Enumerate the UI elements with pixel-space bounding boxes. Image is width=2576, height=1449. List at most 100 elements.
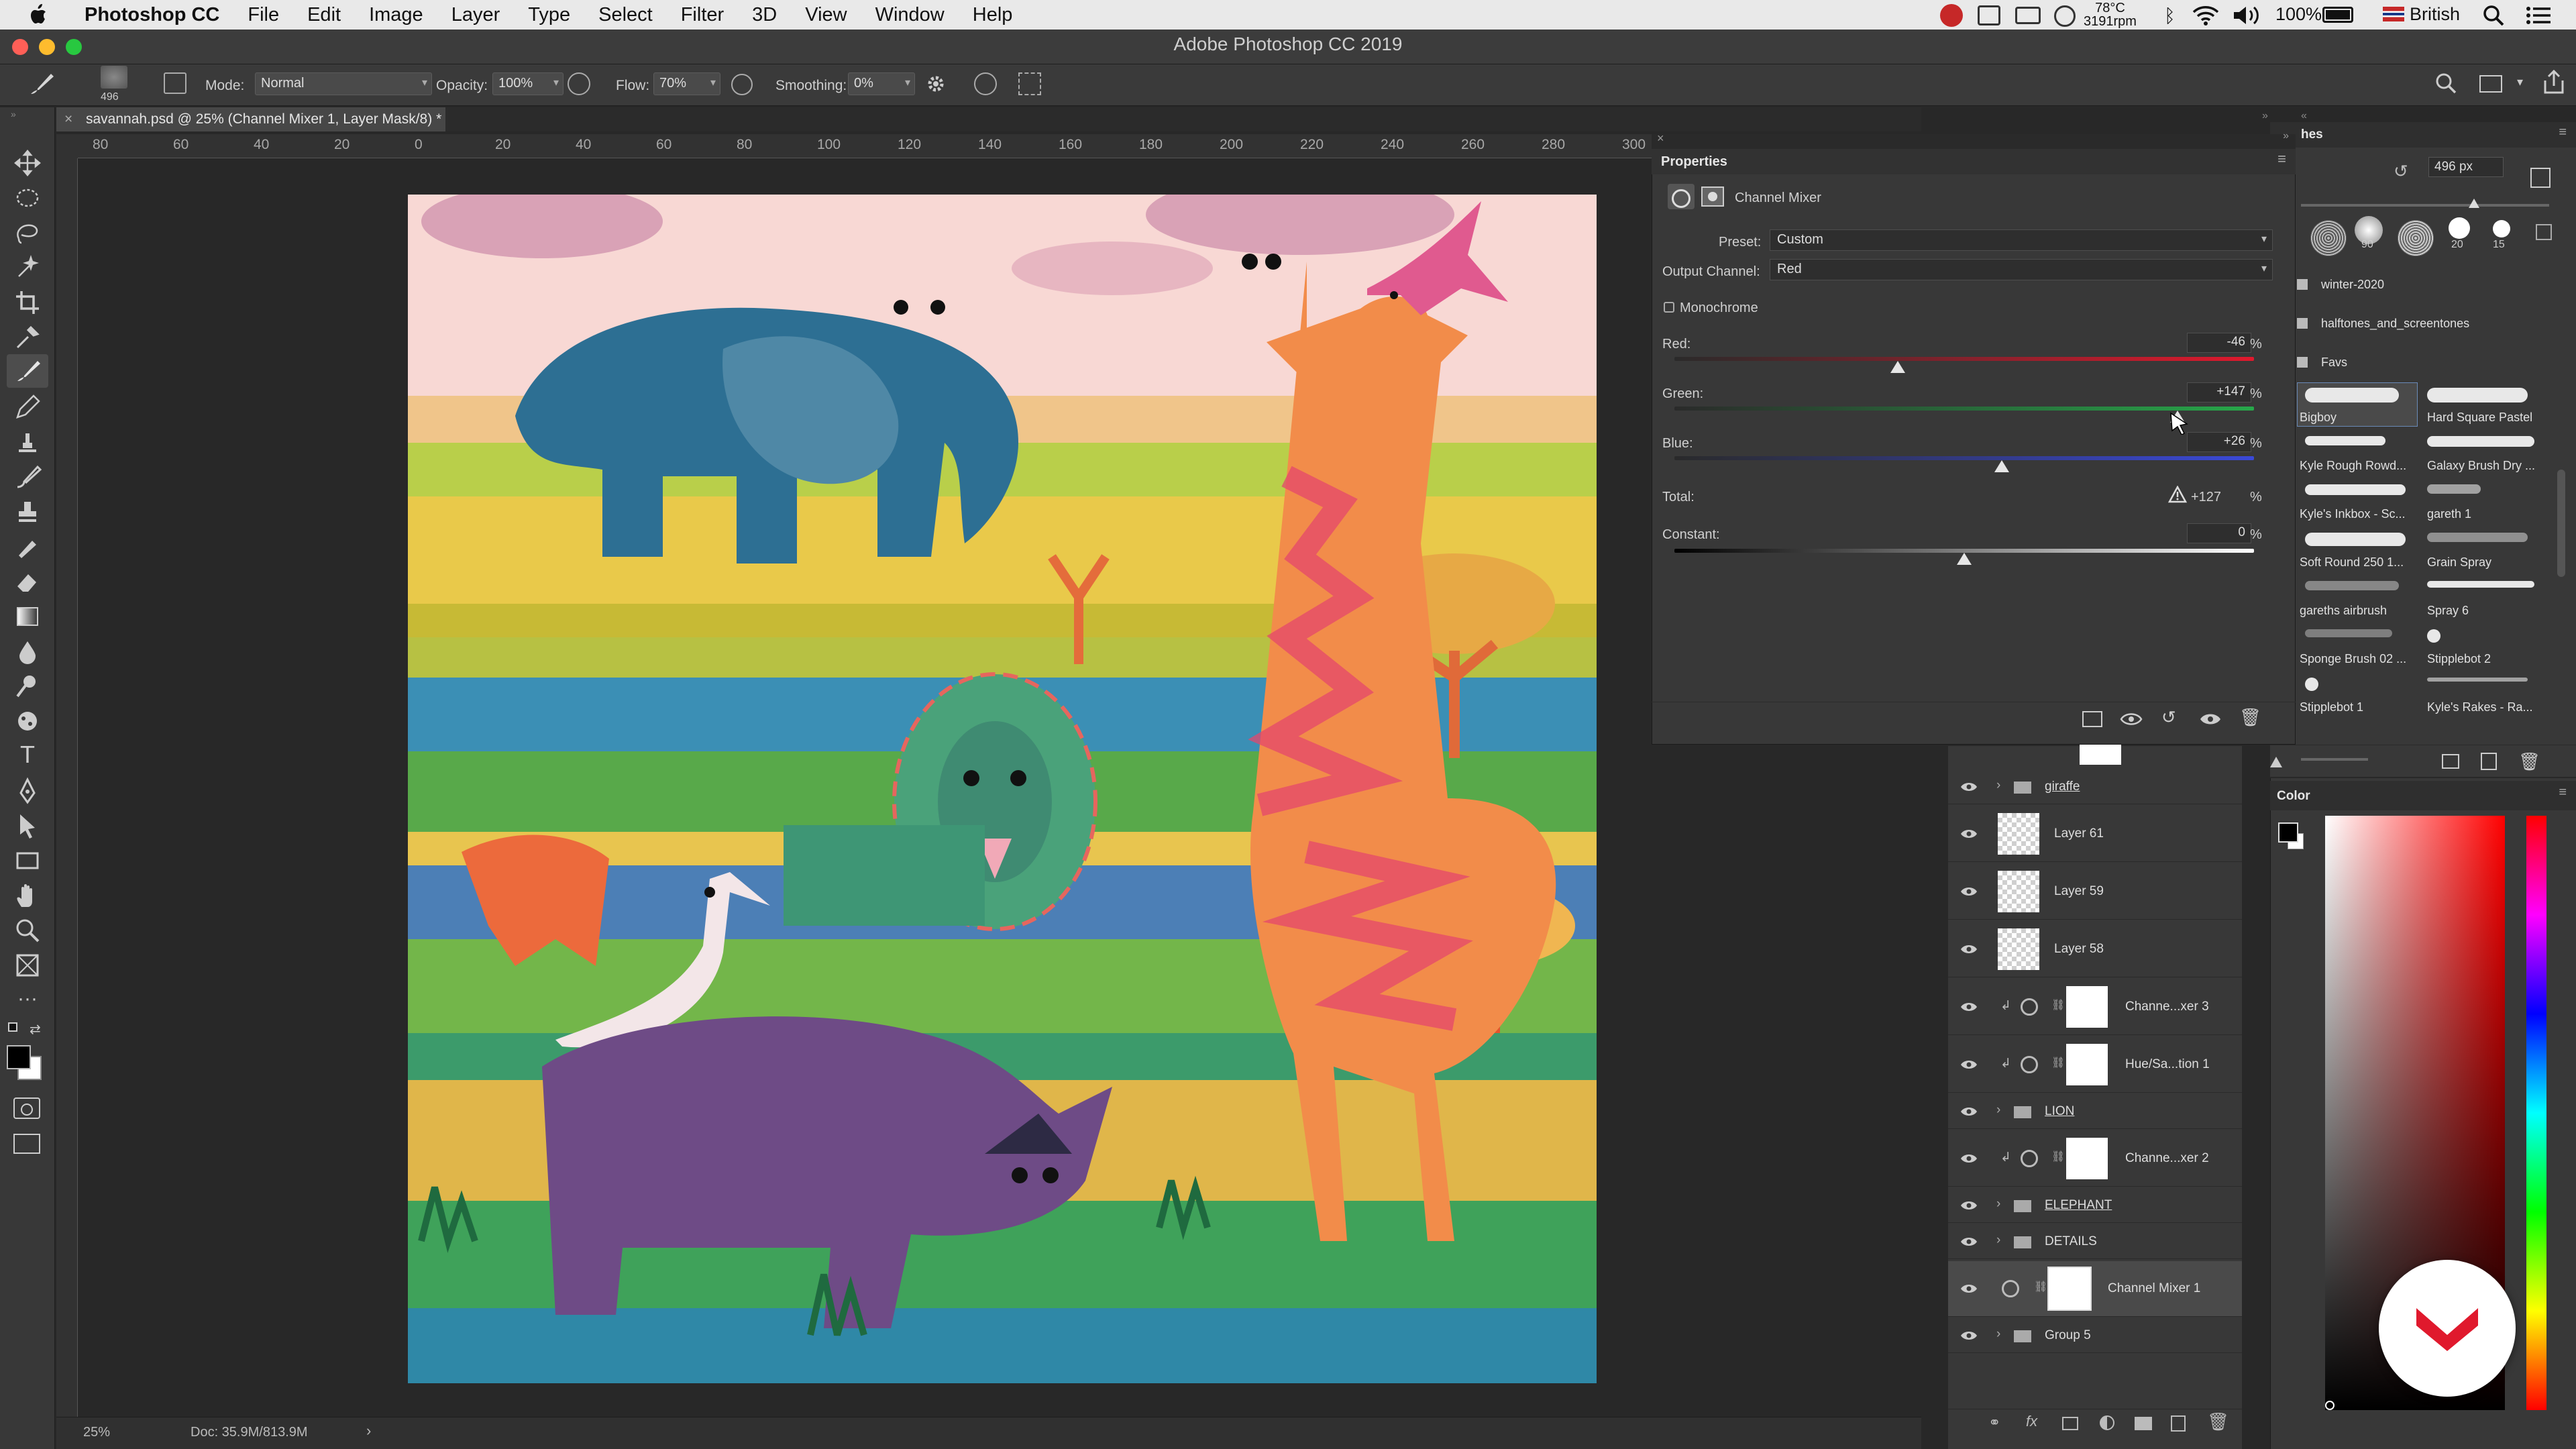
- layer-group-row[interactable]: › LION: [1948, 1095, 2242, 1129]
- panel-menu-icon[interactable]: ≡: [2559, 785, 2567, 800]
- delete-layer-icon[interactable]: 🗑: [2207, 1411, 2229, 1432]
- brush-tip-preset[interactable]: [2449, 217, 2470, 239]
- color-panel-title[interactable]: Color: [2277, 789, 2310, 804]
- menu-edit[interactable]: Edit: [307, 4, 341, 26]
- brush-folder-winter[interactable]: winter-2020: [2321, 278, 2384, 292]
- smudge-tool-icon[interactable]: [13, 533, 42, 561]
- disk-icon[interactable]: [2054, 5, 2076, 27]
- brush-tip-preset[interactable]: [2536, 224, 2552, 240]
- brush-item-name[interactable]: Stipplebot 2: [2427, 652, 2491, 666]
- quick-mask-icon[interactable]: [13, 1097, 40, 1119]
- layer-group-row[interactable]: › giraffe: [1948, 770, 2242, 804]
- visibility-eye-icon[interactable]: [1960, 883, 1978, 900]
- input-source-label[interactable]: British: [2410, 4, 2460, 25]
- constant-value-field[interactable]: 0: [2187, 523, 2251, 543]
- layer-mask-thumbnail[interactable]: [2047, 1267, 2092, 1311]
- properties-title[interactable]: Properties: [1661, 154, 1727, 170]
- chain-link-icon[interactable]: ⛓: [2051, 1056, 2065, 1069]
- doc-size[interactable]: Doc: 35.9M/813.9M: [191, 1425, 308, 1440]
- visibility-eye-icon[interactable]: [1960, 1056, 1978, 1073]
- panel-collapse-icon[interactable]: »: [2262, 110, 2268, 122]
- red-slider-track[interactable]: [1674, 357, 2254, 361]
- constant-slider-thumb[interactable]: [1957, 553, 1972, 565]
- move-tool-icon[interactable]: [13, 149, 42, 177]
- creative-cloud-icon[interactable]: [1940, 4, 1963, 27]
- size-slider-track[interactable]: [2301, 204, 2549, 207]
- properties-drag-bar[interactable]: × »: [1652, 130, 2296, 149]
- menu-file[interactable]: File: [248, 4, 279, 26]
- menu-image[interactable]: Image: [369, 4, 423, 26]
- new-layer-icon[interactable]: [2171, 1415, 2186, 1432]
- airbrush-icon[interactable]: [731, 74, 753, 95]
- brush-preview-icon[interactable]: [101, 66, 127, 89]
- eraser-tool-icon[interactable]: [13, 568, 42, 596]
- rectangle-tool-icon[interactable]: [13, 847, 42, 875]
- brush-item-name[interactable]: Bigboy: [2300, 411, 2337, 425]
- wifi-icon[interactable]: [2192, 5, 2219, 25]
- workspace-icon[interactable]: [2479, 75, 2502, 93]
- layer-mask-thumbnail[interactable]: [2066, 1138, 2108, 1179]
- brush-item-name[interactable]: Galaxy Brush Dry ...: [2427, 459, 2535, 473]
- adjustment-layer-icon[interactable]: [2021, 998, 2038, 1016]
- delete-adjustment-icon[interactable]: 🗑: [2239, 707, 2261, 728]
- visibility-eye-icon[interactable]: [1960, 825, 1978, 843]
- bluetooth-icon[interactable]: ᛒ: [2164, 5, 2176, 27]
- smoothing-field[interactable]: 0% ▾: [848, 72, 915, 95]
- pencil-tool-icon[interactable]: [13, 393, 42, 421]
- add-mask-icon[interactable]: [2062, 1417, 2078, 1430]
- red-value-field[interactable]: -46: [2187, 333, 2251, 353]
- menu-3d[interactable]: 3D: [752, 4, 777, 26]
- marquee-tool-icon[interactable]: [13, 184, 42, 212]
- close-panel-icon[interactable]: ×: [1657, 131, 1664, 146]
- gear-icon[interactable]: [924, 72, 947, 95]
- notification-center-icon[interactable]: [2526, 5, 2552, 25]
- layer-thumbnail[interactable]: [1998, 928, 2039, 970]
- size-slider-thumb[interactable]: [2469, 199, 2479, 208]
- menu-help[interactable]: Help: [973, 4, 1013, 26]
- uk-flag-icon[interactable]: [2383, 7, 2404, 21]
- brush-item-name[interactable]: Grain Spray: [2427, 555, 2491, 570]
- layer-row[interactable]: Layer 58: [1948, 922, 2242, 977]
- chevron-right-icon[interactable]: ›: [1996, 778, 2000, 793]
- battery-icon[interactable]: [2322, 7, 2353, 23]
- history-brush-tool-icon[interactable]: [13, 463, 42, 491]
- brush-item-name[interactable]: Stipplebot 1: [2300, 700, 2363, 714]
- brush-item-name[interactable]: Soft Round 250 1...: [2300, 555, 2404, 570]
- brush-item-name[interactable]: Kyle's Rakes - Ra...: [2427, 700, 2532, 714]
- blur-tool-icon[interactable]: [13, 637, 42, 665]
- visibility-eye-icon[interactable]: [1960, 1327, 1978, 1344]
- visibility-eye-icon[interactable]: [1960, 1280, 1978, 1297]
- visibility-eye-icon[interactable]: [1960, 1150, 1978, 1167]
- display-icon[interactable]: [2015, 7, 2041, 24]
- eyedropper-tool-icon[interactable]: [13, 323, 42, 352]
- clone-stamp-tool-icon[interactable]: [13, 428, 42, 456]
- brush-item-name[interactable]: gareths airbrush: [2300, 604, 2387, 618]
- brush-tip-preset[interactable]: [2310, 220, 2347, 256]
- stamp-tool-icon[interactable]: [13, 498, 42, 526]
- brushes-scrollbar[interactable]: [2557, 470, 2565, 577]
- adjustment-layer-icon[interactable]: [2100, 1415, 2114, 1430]
- sponge-tool-icon[interactable]: [13, 707, 42, 735]
- visibility-eye-icon[interactable]: [1960, 1103, 1978, 1120]
- mask-icon-button[interactable]: [1701, 186, 1724, 207]
- panel-menu-icon[interactable]: ≡: [2277, 150, 2286, 168]
- menu-type[interactable]: Type: [528, 4, 570, 26]
- chevron-down-icon[interactable]: ▾: [2517, 75, 2523, 89]
- type-tool-icon[interactable]: T: [13, 741, 42, 769]
- hand-tool-icon[interactable]: [13, 881, 42, 910]
- layer-row[interactable]: ↲ ⛓ Hue/Sa...tion 1: [1948, 1037, 2242, 1093]
- pressure-size-icon[interactable]: [974, 72, 997, 95]
- menu-app-name[interactable]: Photoshop CC: [85, 4, 219, 26]
- frame-tool-icon[interactable]: [13, 951, 42, 979]
- screen-mode-icon[interactable]: [13, 1134, 40, 1154]
- reset-brush-icon[interactable]: ↺: [2394, 161, 2408, 182]
- opacity-field[interactable]: 100% ▾: [492, 72, 564, 95]
- brush-tip-preset[interactable]: [2398, 220, 2434, 256]
- lasso-tool-icon[interactable]: [13, 219, 42, 247]
- brush-tip-preset[interactable]: [2493, 220, 2510, 237]
- chevron-right-icon[interactable]: ›: [1996, 1233, 2000, 1248]
- layer-row[interactable]: Layer 59: [1948, 864, 2242, 920]
- panel-menu-icon[interactable]: ≡: [2559, 125, 2567, 140]
- preset-select[interactable]: Custom ▾: [1770, 229, 2273, 251]
- zoom-tool-icon[interactable]: [13, 916, 42, 945]
